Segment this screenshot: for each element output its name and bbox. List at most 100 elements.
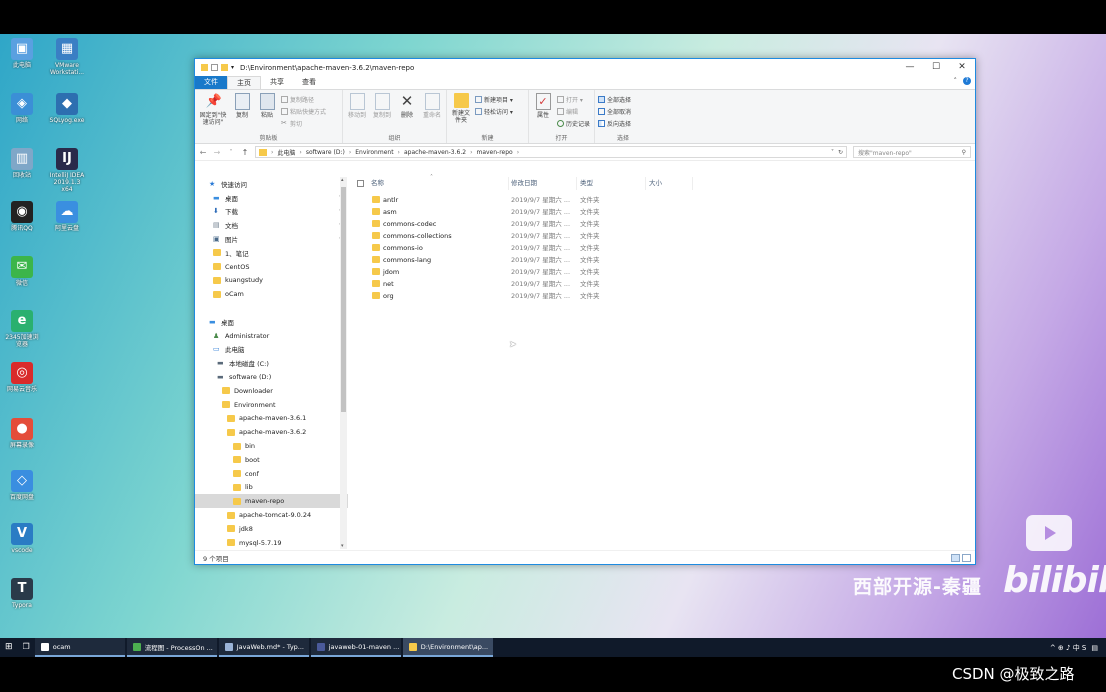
select-all-button[interactable]: 全部选择: [598, 95, 631, 104]
column-header-size[interactable]: 大小: [649, 177, 693, 190]
nav-item[interactable]: ▬桌面✎: [195, 191, 348, 205]
nav-item[interactable]: Environment: [195, 398, 348, 412]
nav-item[interactable]: ▤文档✎: [195, 218, 348, 232]
desktop-icon[interactable]: e 2345加速浏览器: [3, 310, 41, 348]
nav-item[interactable]: ▣图片✎: [195, 232, 348, 246]
taskbar-app-button[interactable]: ocam: [34, 638, 125, 657]
nav-item[interactable]: apache-tomcat-9.0.24: [195, 508, 348, 522]
details-view-icon[interactable]: [951, 554, 960, 562]
tab-view[interactable]: 查看: [293, 76, 325, 89]
nav-item[interactable]: ★ 快速访问: [195, 177, 348, 191]
nav-item[interactable]: ▬ 桌面: [195, 315, 348, 329]
file-row[interactable]: asm 2019/9/7 星期六 ... 文件夹: [349, 206, 975, 218]
file-explorer-window[interactable]: ▾ D:\Environment\apache-maven-3.6.2\mave…: [194, 58, 976, 565]
nav-item[interactable]: boot: [195, 453, 348, 467]
tab-home[interactable]: 主页: [227, 76, 261, 89]
task-view-button[interactable]: ❐: [18, 638, 35, 657]
desktop-icon[interactable]: ◉ 腾讯QQ: [3, 201, 41, 232]
desktop-icon[interactable]: ◈ 网络: [3, 93, 41, 124]
select-none-button[interactable]: 全部取消: [598, 107, 631, 116]
nav-item[interactable]: 1、笔记: [195, 246, 348, 260]
breadcrumb-apache-maven[interactable]: apache-maven-3.6.2: [404, 149, 466, 156]
close-button[interactable]: ✕: [949, 59, 975, 76]
breadcrumb-environment[interactable]: Environment: [355, 149, 393, 156]
desktop-icon[interactable]: ◎ 网易云音乐: [3, 362, 41, 393]
history-button[interactable]: 历史记录: [557, 119, 590, 128]
nav-item[interactable]: ▬ software (D:): [195, 370, 348, 384]
desktop-icon[interactable]: IJ IntelliJ IDEA 2019.1.3 x64: [48, 148, 86, 193]
easy-access-button[interactable]: 轻松访问 ▾: [475, 107, 513, 116]
new-folder-icon[interactable]: [221, 64, 228, 71]
tab-share[interactable]: 共享: [261, 76, 293, 89]
scroll-down-icon[interactable]: ▾: [341, 543, 344, 549]
file-row[interactable]: commons-io 2019/9/7 星期六 ... 文件夹: [349, 242, 975, 254]
breadcrumb-software-d[interactable]: software (D:): [306, 149, 345, 156]
start-button[interactable]: ⊞: [0, 638, 18, 657]
help-icon[interactable]: ?: [963, 77, 971, 85]
navigation-scrollbar[interactable]: ▴ ▾: [340, 177, 347, 549]
column-header-type[interactable]: 类型: [580, 177, 646, 190]
nav-item[interactable]: ▭ 此电脑: [195, 343, 348, 357]
paste-shortcut-button[interactable]: 粘贴快捷方式: [281, 107, 326, 116]
nav-item[interactable]: ▬ 本地磁盘 (C:): [195, 356, 348, 370]
file-row[interactable]: org 2019/9/7 星期六 ... 文件夹: [349, 290, 975, 302]
nav-item[interactable]: jdk8: [195, 522, 348, 536]
column-header-name[interactable]: 名称: [371, 177, 509, 190]
address-field[interactable]: › 此电脑 › software (D:) › Environment › ap…: [255, 146, 847, 158]
scrollbar-thumb[interactable]: [341, 187, 346, 412]
recent-locations-chevron-icon[interactable]: ˅: [227, 149, 235, 156]
nav-item[interactable]: apache-maven-3.6.2: [195, 425, 348, 439]
large-icons-view-icon[interactable]: [962, 554, 971, 562]
tab-file[interactable]: 文件: [195, 76, 227, 89]
desktop-icon[interactable]: ◇ 百度网盘: [3, 470, 41, 501]
maximize-button[interactable]: ☐: [923, 59, 949, 76]
nav-item[interactable]: Downloader: [195, 384, 348, 398]
nav-item[interactable]: ⬇下载✎: [195, 205, 348, 219]
copy-path-button[interactable]: 复制路径: [281, 95, 326, 104]
minimize-button[interactable]: —: [897, 59, 923, 76]
nav-item[interactable]: bin: [195, 439, 348, 453]
desktop-icon[interactable]: ◆ SQLyog.exe: [48, 93, 86, 124]
taskbar-app-button[interactable]: 流程图 - ProcessOn ...: [126, 638, 217, 657]
desktop-icon[interactable]: ☁ 阿里云盘: [48, 201, 86, 232]
forward-arrow-icon[interactable]: →: [213, 148, 221, 157]
new-item-button[interactable]: 新建项目 ▾: [475, 95, 513, 104]
tray-icons[interactable]: ^ ⊕ ♪ 中 S: [1050, 643, 1087, 653]
nav-item[interactable]: apache-maven-3.6.1: [195, 412, 348, 426]
nav-item[interactable]: mysql-5.7.19: [195, 536, 348, 549]
desktop-icon[interactable]: ✉ 微信: [3, 256, 41, 287]
title-bar[interactable]: ▾ D:\Environment\apache-maven-3.6.2\mave…: [195, 59, 975, 76]
scroll-up-icon[interactable]: ▴: [341, 177, 344, 183]
chevron-up-icon[interactable]: ˄: [954, 77, 958, 85]
back-arrow-icon[interactable]: ←: [199, 148, 207, 157]
invert-selection-button[interactable]: 反向选择: [598, 119, 631, 128]
chevron-down-icon[interactable]: ▾: [231, 64, 234, 71]
desktop-icon[interactable]: ● 屏幕录像: [3, 418, 41, 449]
search-input[interactable]: 搜索"maven-repo" ⚲: [853, 146, 971, 158]
properties-icon[interactable]: [211, 64, 218, 71]
select-all-checkbox[interactable]: [357, 180, 364, 187]
edit-button[interactable]: 编辑: [557, 107, 590, 116]
desktop-icon[interactable]: ▣ 此电脑: [3, 38, 41, 69]
file-row[interactable]: commons-codec 2019/9/7 星期六 ... 文件夹: [349, 218, 975, 230]
open-button[interactable]: 打开 ▾: [557, 95, 590, 104]
nav-item[interactable]: kuangstudy: [195, 274, 348, 288]
cut-button[interactable]: ✂ 剪切: [281, 119, 326, 129]
notification-icon[interactable]: ▤: [1091, 644, 1098, 652]
nav-item[interactable]: ♟ Administrator: [195, 329, 348, 343]
nav-item[interactable]: oCam: [195, 287, 348, 301]
nav-item[interactable]: CentOS: [195, 260, 348, 274]
taskbar-app-button[interactable]: D:\Environment\ap...: [402, 638, 493, 657]
taskbar-app-button[interactable]: JavaWeb.md* - Typ...: [218, 638, 309, 657]
desktop-icon[interactable]: ▥ 回收站: [3, 148, 41, 179]
refresh-icon[interactable]: ↻: [838, 149, 843, 156]
file-row[interactable]: jdom 2019/9/7 星期六 ... 文件夹: [349, 266, 975, 278]
file-row[interactable]: net 2019/9/7 星期六 ... 文件夹: [349, 278, 975, 290]
nav-item[interactable]: conf: [195, 467, 348, 481]
nav-item[interactable]: lib: [195, 481, 348, 495]
desktop-icon[interactable]: Vvscode: [3, 523, 41, 554]
column-header-date[interactable]: 修改日期: [511, 177, 577, 190]
file-row[interactable]: commons-collections 2019/9/7 星期六 ... 文件夹: [349, 230, 975, 242]
up-arrow-icon[interactable]: ↑: [241, 148, 249, 157]
breadcrumb-this-pc[interactable]: 此电脑: [277, 148, 295, 157]
